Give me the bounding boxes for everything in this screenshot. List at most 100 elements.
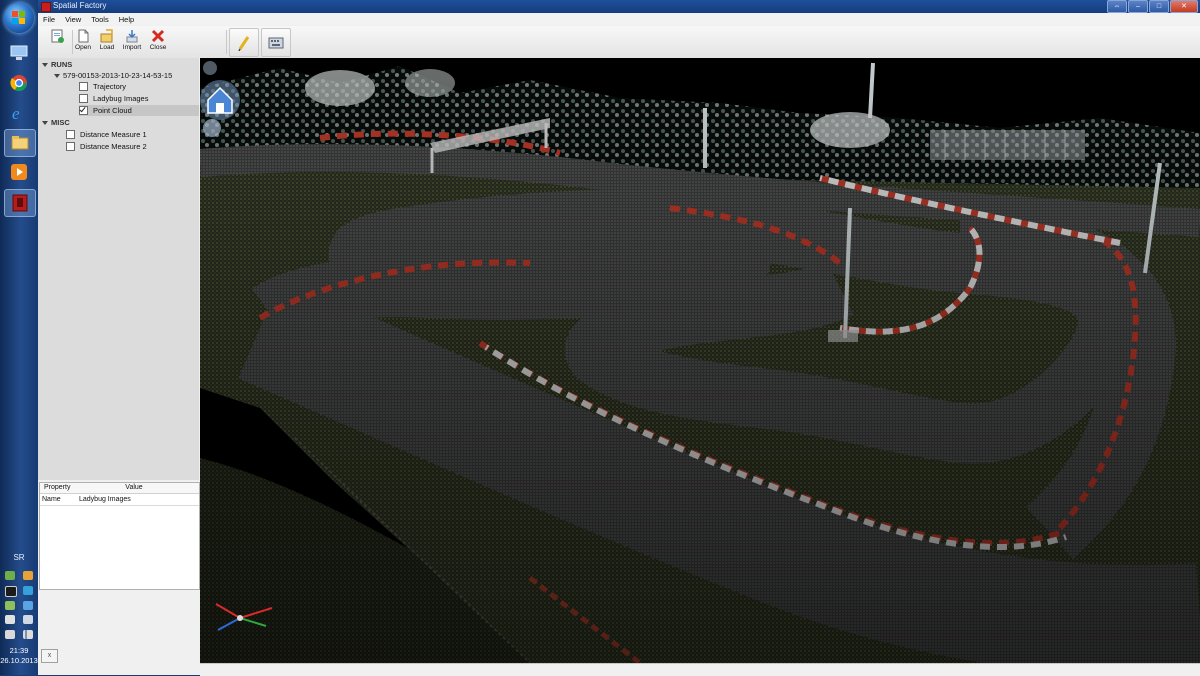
point-cloud-checkbox[interactable] (79, 106, 88, 115)
keyboard-icon (268, 37, 284, 48)
window-close-button[interactable]: ✕ (1170, 0, 1198, 13)
start-button[interactable] (4, 3, 34, 33)
tray-row (5, 601, 33, 610)
title-bar[interactable]: Spatial Factory ⇔ – □ ✕ (38, 0, 1200, 13)
misc-header-label: MISC (51, 118, 70, 127)
sync-icon[interactable] (23, 586, 33, 595)
distance-measure-1-label: Distance Measure 1 (80, 130, 147, 139)
runs-section-header[interactable]: RUNS (42, 60, 72, 69)
display-icon[interactable] (5, 586, 17, 597)
toolbar: Open Load Import Close (38, 26, 1200, 59)
ladybug-images-label: Ladybug Images (93, 94, 149, 103)
expand-arrow-icon[interactable] (42, 63, 48, 68)
home-view-icon (200, 61, 240, 137)
trajectory-checkbox[interactable] (79, 82, 88, 91)
import-label: Import (122, 44, 142, 51)
tray-row (5, 630, 33, 639)
trajectory-label: Trajectory (93, 82, 127, 91)
layer-tree: RUNS 579-00153-2013-10-23-14-53-15 Traje… (38, 58, 199, 480)
menu-file[interactable]: File (38, 15, 60, 24)
minimize-button[interactable]: – (1128, 0, 1148, 13)
taskbar: e SR 21:39 26.10.2013 (0, 0, 39, 675)
menu-tools[interactable]: Tools (86, 15, 114, 24)
run-name-label: 579-00153-2013-10-23-14-53-15 (63, 71, 173, 80)
navigation-widget[interactable] (200, 58, 240, 143)
media-player-icon (11, 164, 27, 180)
tree-item-distance-measure-2[interactable]: Distance Measure 2 (66, 141, 198, 152)
run-node[interactable]: 579-00153-2013-10-23-14-53-15 (54, 70, 172, 81)
property-column-header[interactable]: Property (40, 483, 79, 493)
svg-text:e: e (12, 104, 20, 122)
close-icon (151, 29, 165, 43)
taskbar-media-button[interactable] (4, 159, 34, 185)
expand-arrow-icon[interactable] (54, 73, 60, 78)
open-button[interactable]: Open (70, 28, 96, 56)
properties-header: Property Value (40, 483, 199, 494)
language-indicator[interactable]: SR (0, 553, 38, 562)
axis-gizmo (210, 596, 280, 636)
app-window: Spatial Factory ⇔ – □ ✕ File View Tools … (38, 0, 1200, 676)
network-icon[interactable] (5, 571, 15, 580)
action-center-icon[interactable] (23, 601, 33, 610)
distance-measure-2-label: Distance Measure 2 (80, 142, 147, 151)
menu-bar: File View Tools Help (38, 13, 1200, 25)
app-icon (41, 2, 51, 12)
status-bar (200, 663, 1200, 676)
taskbar-explorer-button[interactable] (4, 129, 36, 157)
open-label: Open (75, 44, 91, 51)
new-document-icon (50, 29, 64, 43)
properties-table: Property Value Name Ladybug Images (39, 482, 200, 590)
tray-row (5, 586, 33, 597)
load-button[interactable]: Load (94, 28, 120, 56)
window-controls: ⇔ – □ ✕ (1107, 0, 1198, 13)
close-button[interactable]: Close (145, 28, 171, 56)
point-cloud-render (200, 58, 1200, 663)
point-cloud-label: Point Cloud (93, 106, 132, 115)
chrome-icon (10, 75, 28, 92)
taskbar-ie-button[interactable]: e (4, 100, 34, 126)
tree-item-trajectory[interactable]: Trajectory (79, 81, 199, 92)
load-folder-icon (100, 29, 114, 43)
tray-row (5, 615, 33, 624)
new-run-button[interactable] (44, 28, 70, 56)
notification-icon[interactable] (23, 571, 33, 580)
import-button[interactable]: Import (119, 28, 145, 56)
power-icon[interactable] (5, 630, 15, 639)
distance-measure-1-checkbox[interactable] (66, 130, 75, 139)
clock-date[interactable]: 26.10.2013 (0, 656, 38, 665)
tree-item-ladybug-images[interactable]: Ladybug Images (79, 93, 199, 104)
flag-icon[interactable] (5, 615, 15, 624)
property-value-cell: Ladybug Images (79, 496, 131, 503)
point-cloud-viewport[interactable] (200, 58, 1200, 663)
close-label: Close (149, 44, 167, 51)
value-column-header[interactable]: Value (79, 483, 189, 493)
maximize-button[interactable]: □ (1149, 0, 1169, 13)
volume-icon[interactable] (23, 615, 33, 624)
battery-icon[interactable] (5, 601, 15, 610)
restore-button[interactable]: ⇔ (1107, 0, 1127, 13)
taskbar-spatial-factory-button[interactable] (4, 189, 36, 217)
pencil-icon (238, 35, 250, 51)
left-panel: RUNS 579-00153-2013-10-23-14-53-15 Traje… (38, 58, 201, 675)
table-row[interactable]: Name Ladybug Images (40, 494, 199, 506)
measure-tool-button[interactable] (229, 28, 259, 57)
ladybug-images-checkbox[interactable] (79, 94, 88, 103)
tree-item-point-cloud[interactable]: Point Cloud (79, 105, 199, 116)
misc-section-header[interactable]: MISC (42, 118, 70, 127)
spatial-factory-app-icon (12, 194, 28, 212)
tree-item-distance-measure-1[interactable]: Distance Measure 1 (66, 129, 198, 140)
import-icon (125, 29, 139, 43)
windows-flag-icon (12, 11, 26, 25)
distance-measure-2-checkbox[interactable] (66, 142, 75, 151)
menu-help[interactable]: Help (114, 15, 139, 24)
clock-time[interactable]: 21:39 (0, 646, 38, 655)
window-title: Spatial Factory (53, 1, 107, 10)
menu-view[interactable]: View (60, 15, 86, 24)
taskbar-computer-button[interactable] (4, 40, 34, 66)
expand-arrow-icon[interactable] (42, 121, 48, 126)
taskbar-chrome-button[interactable] (4, 70, 34, 96)
panel-close-button[interactable]: x (41, 649, 58, 663)
signal-icon[interactable] (23, 630, 33, 639)
internet-explorer-icon: e (12, 104, 20, 122)
screenshot-tool-button[interactable] (261, 28, 291, 57)
